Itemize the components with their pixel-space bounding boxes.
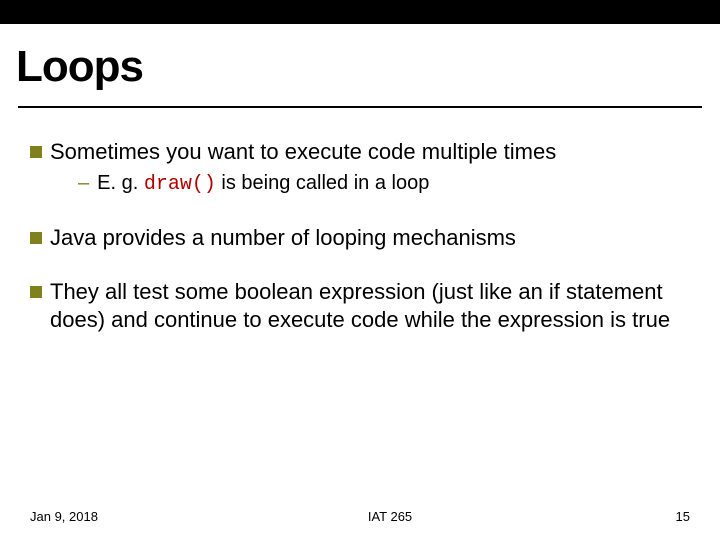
sub-bullet: – E. g. draw() is being called in a loop xyxy=(78,170,556,198)
sub-suffix: is being called in a loop xyxy=(216,172,429,194)
footer-page: 15 xyxy=(630,509,690,524)
top-black-bar xyxy=(0,0,720,24)
code-span: draw() xyxy=(144,173,216,196)
sub-bullet-text: E. g. draw() is being called in a loop xyxy=(97,170,429,198)
bullet-text: Sometimes you want to execute code multi… xyxy=(50,138,556,166)
square-bullet-icon xyxy=(30,146,42,158)
bullet-text: Java provides a number of looping mechan… xyxy=(50,224,516,252)
slide-title: Loops xyxy=(0,24,720,92)
bullet-block: Sometimes you want to execute code multi… xyxy=(50,138,556,198)
footer-date: Jan 9, 2018 xyxy=(30,509,150,524)
footer-course: IAT 265 xyxy=(150,509,630,524)
bullet-item: They all test some boolean expression (j… xyxy=(30,278,690,334)
square-bullet-icon xyxy=(30,286,42,298)
slide-body: Sometimes you want to execute code multi… xyxy=(0,108,720,335)
slide-footer: Jan 9, 2018 IAT 265 15 xyxy=(0,509,720,524)
bullet-item: Sometimes you want to execute code multi… xyxy=(30,138,690,198)
bullet-item: Java provides a number of looping mechan… xyxy=(30,224,690,252)
bullet-text: They all test some boolean expression (j… xyxy=(50,278,690,334)
sub-prefix: E. g. xyxy=(97,172,144,194)
square-bullet-icon xyxy=(30,232,42,244)
dash-icon: – xyxy=(78,170,89,196)
